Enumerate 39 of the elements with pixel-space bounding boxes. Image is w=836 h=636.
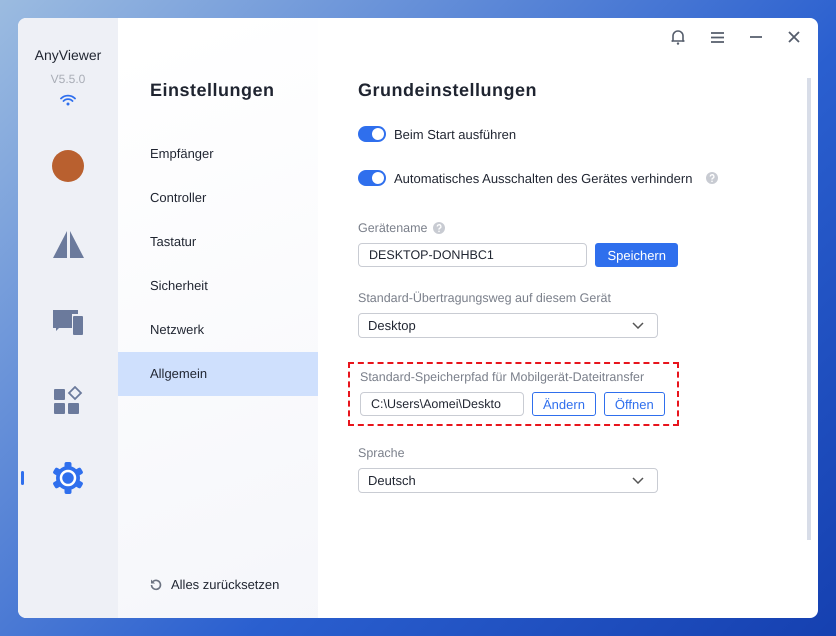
field-label: Sprache	[358, 446, 405, 460]
bell-icon[interactable]	[671, 29, 685, 45]
menu-icon[interactable]	[711, 32, 724, 42]
chevron-down-icon	[632, 322, 644, 329]
chevron-down-icon	[632, 477, 644, 484]
reset-all-link[interactable]: Alles zurücksetzen	[171, 577, 280, 592]
apps-icon[interactable]	[54, 386, 82, 414]
action-button[interactable]: Öffnen	[604, 392, 665, 416]
action-button[interactable]: Speichern	[595, 243, 678, 267]
settings-icon[interactable]	[52, 462, 84, 494]
settings-category[interactable]: Sicherheit	[118, 264, 318, 308]
field-label: Standard-Übertragungsweg auf diesem Gerät	[358, 291, 611, 305]
toggle-label: Beim Start ausführen	[394, 126, 516, 142]
dropdown[interactable]: Desktop	[358, 313, 658, 338]
toggle-switch[interactable]	[358, 170, 386, 186]
settings-category[interactable]: Empfänger	[118, 132, 318, 176]
field-label: Gerätename	[358, 221, 428, 235]
settings-category[interactable]: Controller	[118, 176, 318, 220]
action-button[interactable]: Ändern	[532, 392, 596, 416]
settings-category[interactable]: Tastatur	[118, 220, 318, 264]
scrollbar[interactable]	[807, 78, 811, 540]
settings-category[interactable]: Allgemein	[118, 352, 318, 396]
field-label: Standard-Speicherpfad für Mobilgerät-Dateitransfer	[360, 370, 644, 384]
app-name: AnyViewer	[34, 47, 102, 63]
app-version: V5.5.0	[50, 72, 86, 86]
devices-icon[interactable]	[53, 310, 83, 334]
close-icon[interactable]	[788, 31, 800, 43]
avatar-photo[interactable]	[52, 150, 84, 182]
settings-category[interactable]: Netzwerk	[118, 308, 318, 352]
wifi-icon	[60, 94, 76, 106]
input-field[interactable]: DESKTOP-DONHBC1	[358, 243, 588, 267]
input-field[interactable]: C:\Users\Aomei\Deskto	[360, 392, 524, 416]
reset-icon	[150, 578, 162, 590]
section-title: Grundeinstellungen	[358, 80, 538, 101]
settings-title: Einstellungen	[150, 80, 276, 101]
dropdown[interactable]: Deutsch	[358, 468, 658, 493]
triangles-icon[interactable]	[52, 230, 84, 258]
toggle-label: Automatisches Ausschalten des Gerätes verhindern	[394, 170, 692, 186]
toggle-switch[interactable]	[358, 126, 386, 142]
